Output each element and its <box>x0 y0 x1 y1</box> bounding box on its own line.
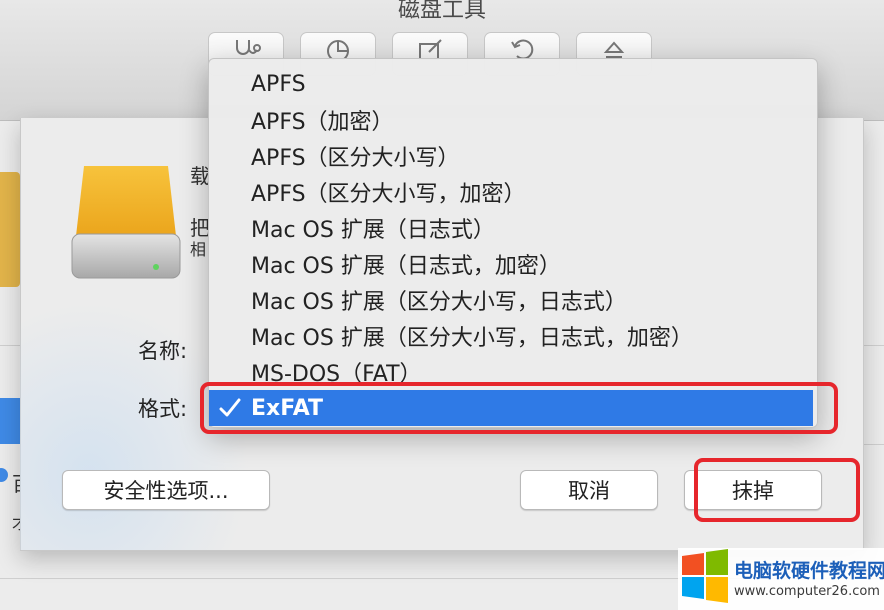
pencil-icon <box>419 39 442 60</box>
format-dropdown-menu: APFS APFS（加密） APFS（区分大小写） APFS（区分大小写，加密）… <box>208 58 818 428</box>
menu-item-label: APFS（区分大小写） <box>251 146 460 171</box>
menu-item-label: APFS（区分大小写，加密） <box>251 182 526 207</box>
eject-icon <box>603 41 625 58</box>
menu-item-label: Mac OS 扩展（日志式） <box>251 218 495 243</box>
divider <box>862 444 884 445</box>
format-label: 格式: <box>138 397 188 421</box>
window-title: 磁盘工具 <box>397 0 486 23</box>
divider <box>862 345 884 346</box>
security-options-button[interactable]: 安全性选项... <box>62 470 270 510</box>
format-option-macos-journaled-encrypted[interactable]: Mac OS 扩展（日志式，加密） <box>209 246 817 282</box>
menu-item-label: APFS（加密） <box>251 110 394 135</box>
highlight-box-erase <box>694 458 860 522</box>
stethoscope-icon <box>236 40 261 55</box>
name-label: 名称: <box>138 339 188 363</box>
format-option-macos-journaled[interactable]: Mac OS 扩展（日志式） <box>209 210 817 246</box>
cancel-button[interactable]: 取消 <box>520 470 658 510</box>
format-option-apfs-encrypted[interactable]: APFS（加密） <box>209 102 817 138</box>
watermark-url: www.computer26.com <box>734 584 880 599</box>
format-option-macos-case-sensitive-journaled[interactable]: Mac OS 扩展（区分大小写，日志式） <box>209 282 817 318</box>
menu-item-label: APFS <box>251 71 306 97</box>
external-drive-icon <box>71 166 181 279</box>
format-option-apfs-case-sensitive[interactable]: APFS（区分大小写） <box>209 138 817 174</box>
sidebar-drive-icon <box>0 172 20 287</box>
restore-arrow-icon <box>511 39 534 60</box>
disk-info-text: 载 <box>190 164 210 188</box>
format-option-apfs[interactable]: APFS <box>209 66 817 102</box>
menu-item-label: Mac OS 扩展（日志式，加密） <box>251 254 561 279</box>
pie-chart-icon <box>327 40 349 60</box>
menu-item-label: Mac OS 扩展（区分大小写，日志式） <box>251 290 627 315</box>
watermark-title: 电脑软硬件教程网 <box>734 560 884 582</box>
menu-item-label: Mac OS 扩展（区分大小写，日志式，加密） <box>251 326 693 351</box>
divider <box>0 345 20 346</box>
sidebar-selected-item[interactable] <box>0 398 20 444</box>
highlight-box-exfat <box>200 382 838 434</box>
format-option-macos-case-sensitive-journaled-encrypted[interactable]: Mac OS 扩展（区分大小写，日志式，加密） <box>209 318 817 354</box>
format-option-apfs-case-sensitive-encrypted[interactable]: APFS（区分大小写，加密） <box>209 174 817 210</box>
disk-info-text: 相 <box>190 240 207 259</box>
